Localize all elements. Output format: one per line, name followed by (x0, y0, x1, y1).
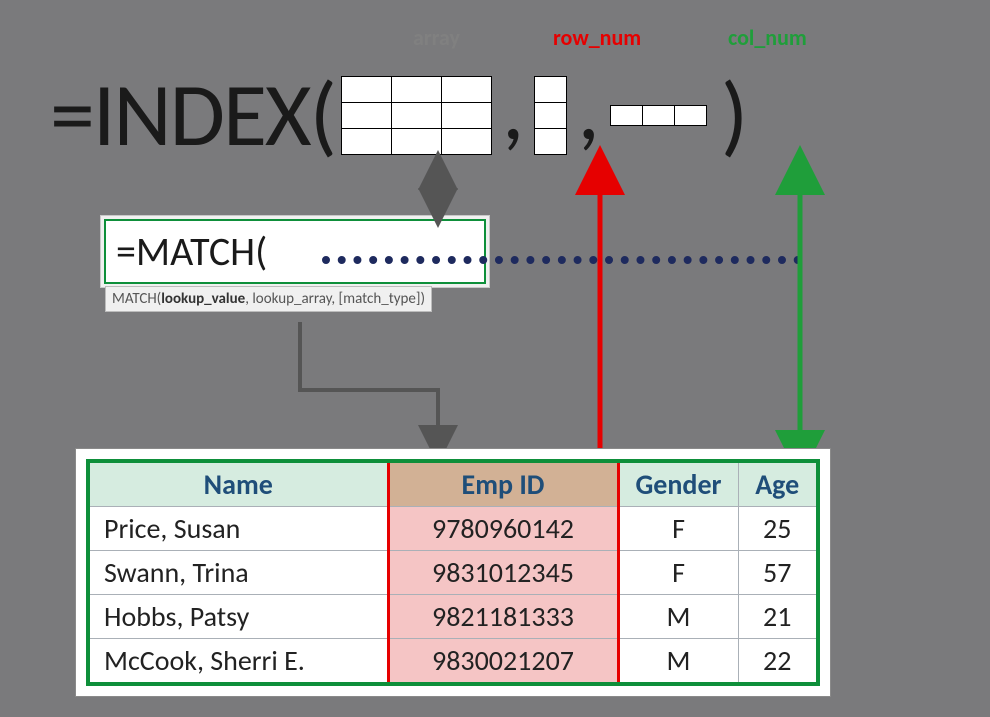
cell-age: 21 (738, 595, 818, 639)
table-row: Hobbs, Patsy 9821181333 M 21 (88, 595, 818, 639)
table-row: Price, Susan 9780960142 F 25 (88, 507, 818, 551)
data-table-container: Name Emp ID Gender Age Price, Susan 9780… (75, 448, 831, 697)
index-formula: =INDEX( , , ) (50, 55, 748, 175)
cell-gender: F (618, 507, 738, 551)
cell-age: 57 (738, 551, 818, 595)
cell-name: Hobbs, Patsy (88, 595, 388, 639)
index-text: =INDEX( (50, 60, 335, 170)
match-text: =MATCH( (116, 227, 267, 276)
cell-age: 25 (738, 507, 818, 551)
match-formula-box: =MATCH( MATCH(lookup_value, lookup_array… (100, 215, 490, 288)
header-name: Name (88, 461, 388, 507)
cell-name: McCook, Sherri E. (88, 639, 388, 685)
table-header-row: Name Emp ID Gender Age (88, 461, 818, 507)
comma-2: , (577, 54, 599, 164)
label-col-num: col_num (728, 24, 807, 51)
header-age: Age (738, 461, 818, 507)
column-vector-icon (534, 76, 567, 155)
cell-gender: M (618, 595, 738, 639)
cell-gender: M (618, 639, 738, 685)
dotted-connector (322, 256, 802, 264)
tooltip-bold: lookup_value (161, 290, 245, 308)
cell-emp-id: 9831012345 (388, 551, 618, 595)
header-gender: Gender (618, 461, 738, 507)
label-row-num: row_num (553, 24, 641, 51)
table-row: Swann, Trina 9831012345 F 57 (88, 551, 818, 595)
cell-emp-id: 9780960142 (388, 507, 618, 551)
table-row: McCook, Sherri E. 9830021207 M 22 (88, 639, 818, 685)
array-grid-icon (341, 76, 492, 155)
cell-emp-id: 9830021207 (388, 639, 618, 685)
cell-gender: F (618, 551, 738, 595)
cell-age: 22 (738, 639, 818, 685)
row-vector-icon (610, 105, 707, 126)
match-tooltip: MATCH(lookup_value, lookup_array, [match… (105, 286, 432, 312)
close-paren: ) (721, 60, 748, 170)
match-input-cell: =MATCH( (104, 219, 486, 284)
tooltip-prefix: MATCH( (112, 290, 161, 308)
comma-1: , (502, 54, 524, 164)
cell-name: Price, Susan (88, 507, 388, 551)
cell-name: Swann, Trina (88, 551, 388, 595)
label-array: array (413, 24, 460, 51)
cell-emp-id: 9821181333 (388, 595, 618, 639)
data-table: Name Emp ID Gender Age Price, Susan 9780… (86, 459, 820, 686)
header-emp-id: Emp ID (388, 461, 618, 507)
tooltip-rest: , lookup_array, [match_type]) (245, 290, 425, 308)
